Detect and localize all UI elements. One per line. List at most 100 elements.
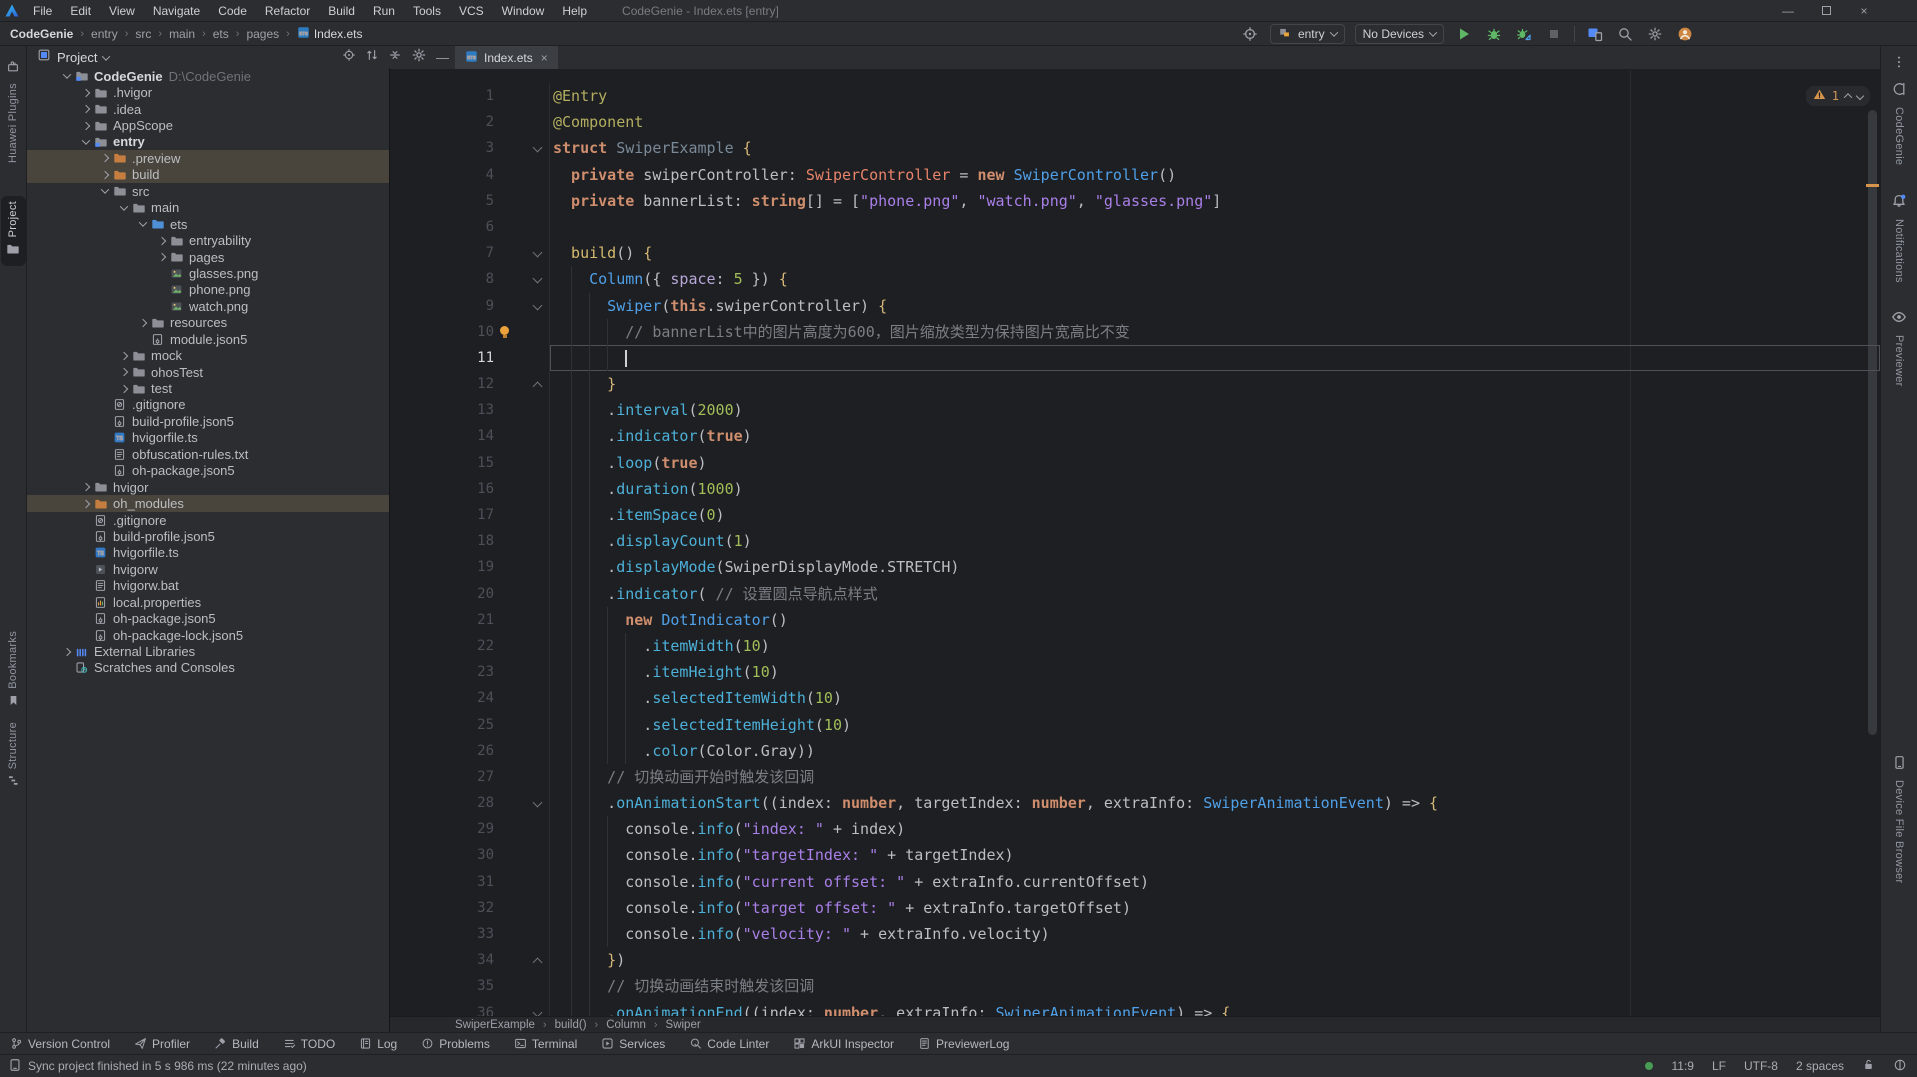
code-line-11[interactable]: 11 <box>390 345 1880 371</box>
intention-bulb-icon[interactable] <box>500 326 509 335</box>
code-line-6[interactable]: 6 <box>390 214 1880 240</box>
editor-breadcrumb-swiper[interactable]: Swiper <box>666 1019 701 1031</box>
chevron-right-icon[interactable] <box>81 483 89 491</box>
code-line-34[interactable]: 34}) <box>390 947 1880 973</box>
sidebar-item-device-file-browser[interactable]: Device File Browser <box>1892 750 1907 889</box>
project-panel-title[interactable]: Project <box>57 50 97 65</box>
code-line-8[interactable]: 8Column({ space: 5 }) { <box>390 266 1880 292</box>
code-line-19[interactable]: 19.displayMode(SwiperDisplayMode.STRETCH… <box>390 554 1880 580</box>
fold-up-icon[interactable] <box>533 382 543 392</box>
tree-item-watch-png[interactable]: watch.png <box>27 298 389 314</box>
code-line-15[interactable]: 15.loop(true) <box>390 450 1880 476</box>
code-line-36[interactable]: 36.onAnimationEnd((index: number, extraI… <box>390 1000 1880 1016</box>
menu-tools[interactable]: Tools <box>404 0 450 21</box>
chevron-right-icon[interactable] <box>138 319 146 327</box>
tree-item-entry[interactable]: entry <box>27 134 389 150</box>
chevron-down-icon[interactable] <box>62 71 70 79</box>
code-line-24[interactable]: 24.selectedItemWidth(10) <box>390 685 1880 711</box>
code-line-17[interactable]: 17.itemSpace(0) <box>390 502 1880 528</box>
menu-file[interactable]: File <box>24 0 61 21</box>
menu-refactor[interactable]: Refactor <box>256 0 319 21</box>
fold-down-icon[interactable] <box>533 274 543 284</box>
menu-view[interactable]: View <box>100 0 144 21</box>
code-line-14[interactable]: 14.indicator(true) <box>390 423 1880 449</box>
code-line-22[interactable]: 22.itemWidth(10) <box>390 633 1880 659</box>
tree-item-glasses-png[interactable]: glasses.png <box>27 265 389 281</box>
tree-item-build[interactable]: build <box>27 167 389 183</box>
fold-down-icon[interactable] <box>533 798 543 808</box>
editor-breadcrumb-swiperexample[interactable]: SwiperExample <box>455 1019 535 1031</box>
fold-down-icon[interactable] <box>533 248 543 258</box>
chevron-right-icon[interactable] <box>81 499 89 507</box>
target-icon[interactable] <box>1240 24 1260 44</box>
tree-item-codegenie[interactable]: CodeGenieD:\CodeGenie <box>27 68 389 84</box>
menu-navigate[interactable]: Navigate <box>144 0 209 21</box>
tree-item-obfuscation-rules-txt[interactable]: obfuscation-rules.txt <box>27 446 389 462</box>
tree-item-oh-package-lock-json5[interactable]: oh-package-lock.json5 <box>27 627 389 643</box>
device-selector[interactable]: No Devices <box>1355 24 1444 44</box>
code-line-16[interactable]: 16.duration(1000) <box>390 476 1880 502</box>
code-line-26[interactable]: 26.color(Color.Gray)) <box>390 738 1880 764</box>
breadcrumb-item-src[interactable]: src <box>135 27 151 41</box>
file-encoding[interactable]: UTF-8 <box>1744 1059 1778 1073</box>
code-line-9[interactable]: 9Swiper(this.swiperController) { <box>390 293 1880 319</box>
sidebar-item-notifications[interactable]: Notifications <box>1891 188 1907 288</box>
search-icon[interactable] <box>1615 24 1635 44</box>
tool-window-terminal[interactable]: Terminal <box>514 1037 577 1051</box>
tree-item-scratches-and-consoles[interactable]: Scratches and Consoles <box>27 660 389 676</box>
code-line-12[interactable]: 12} <box>390 371 1880 397</box>
tree-item--preview[interactable]: .preview <box>27 150 389 166</box>
tool-window-previewerlog[interactable]: PreviewerLog <box>918 1037 1009 1051</box>
chevron-right-icon[interactable] <box>81 105 89 113</box>
run-icon[interactable] <box>1454 24 1474 44</box>
tree-item-ets[interactable]: ets <box>27 216 389 232</box>
chevron-down-icon[interactable] <box>100 186 108 194</box>
chevron-right-icon[interactable] <box>119 384 127 392</box>
tree-item-hvigor[interactable]: hvigor <box>27 479 389 495</box>
chevron-down-icon[interactable] <box>119 202 127 210</box>
code-line-4[interactable]: 4private swiperController: SwiperControl… <box>390 162 1880 188</box>
code-line-31[interactable]: 31console.info("current offset: " + extr… <box>390 869 1880 895</box>
tree-item-module-json5[interactable]: module.json5 <box>27 331 389 347</box>
tree-item--idea[interactable]: .idea <box>27 101 389 117</box>
sidebar-item-bookmarks[interactable]: Bookmarks <box>7 626 20 717</box>
tree-item-appscope[interactable]: AppScope <box>27 117 389 133</box>
profiler-icon[interactable] <box>1514 24 1534 44</box>
code-line-1[interactable]: 1@Entry <box>390 83 1880 109</box>
locate-icon[interactable] <box>342 48 356 67</box>
sort-icon[interactable] <box>365 48 379 67</box>
debug-icon[interactable] <box>1484 24 1504 44</box>
fold-down-icon[interactable] <box>533 1007 543 1016</box>
tree-item-ohostest[interactable]: ohosTest <box>27 364 389 380</box>
code-line-21[interactable]: 21new DotIndicator() <box>390 607 1880 633</box>
caret-position[interactable]: 11:9 <box>1671 1059 1693 1073</box>
code-line-33[interactable]: 33console.info("velocity: " + extraInfo.… <box>390 921 1880 947</box>
code-line-35[interactable]: 35// 切换动画结束时触发该回调 <box>390 973 1880 999</box>
tool-window-log[interactable]: Log <box>359 1037 397 1051</box>
code-line-27[interactable]: 27// 切换动画开始时触发该回调 <box>390 764 1880 790</box>
editor-breadcrumb-build-[interactable]: build() <box>555 1019 587 1031</box>
tree-item-mock[interactable]: mock <box>27 347 389 363</box>
tool-window-problems[interactable]: Problems <box>421 1037 490 1051</box>
code-line-10[interactable]: 10// bannerList中的图片高度为600，图片缩放类型为保持图片宽高比… <box>390 319 1880 345</box>
tool-window-arkui-inspector[interactable]: ArkUI Inspector <box>793 1037 894 1051</box>
tree-item--gitignore[interactable]: .gitignore <box>27 512 389 528</box>
tool-window-code-linter[interactable]: Code Linter <box>689 1037 769 1051</box>
chevron-right-icon[interactable] <box>157 236 165 244</box>
sidebar-item-structure[interactable]: Structure <box>7 717 20 797</box>
chevron-right-icon[interactable] <box>81 121 89 129</box>
menu-run[interactable]: Run <box>364 0 404 21</box>
more-options-icon[interactable] <box>1889 52 1909 72</box>
code-line-23[interactable]: 23.itemHeight(10) <box>390 659 1880 685</box>
chevron-down-icon[interactable] <box>81 136 89 144</box>
code-line-2[interactable]: 2@Component <box>390 109 1880 135</box>
tree-item-phone-png[interactable]: phone.png <box>27 282 389 298</box>
tool-window-todo[interactable]: TODO <box>283 1037 335 1051</box>
menu-help[interactable]: Help <box>553 0 596 21</box>
code-line-25[interactable]: 25.selectedItemHeight(10) <box>390 712 1880 738</box>
code-line-30[interactable]: 30console.info("targetIndex: " + targetI… <box>390 842 1880 868</box>
fold-up-icon[interactable] <box>533 958 543 968</box>
tree-item-entryability[interactable]: entryability <box>27 232 389 248</box>
tree-item-hvigorfile-ts[interactable]: TShvigorfile.ts <box>27 430 389 446</box>
sidebar-item-huawei-plugins[interactable]: Huawei Plugins <box>6 54 20 168</box>
